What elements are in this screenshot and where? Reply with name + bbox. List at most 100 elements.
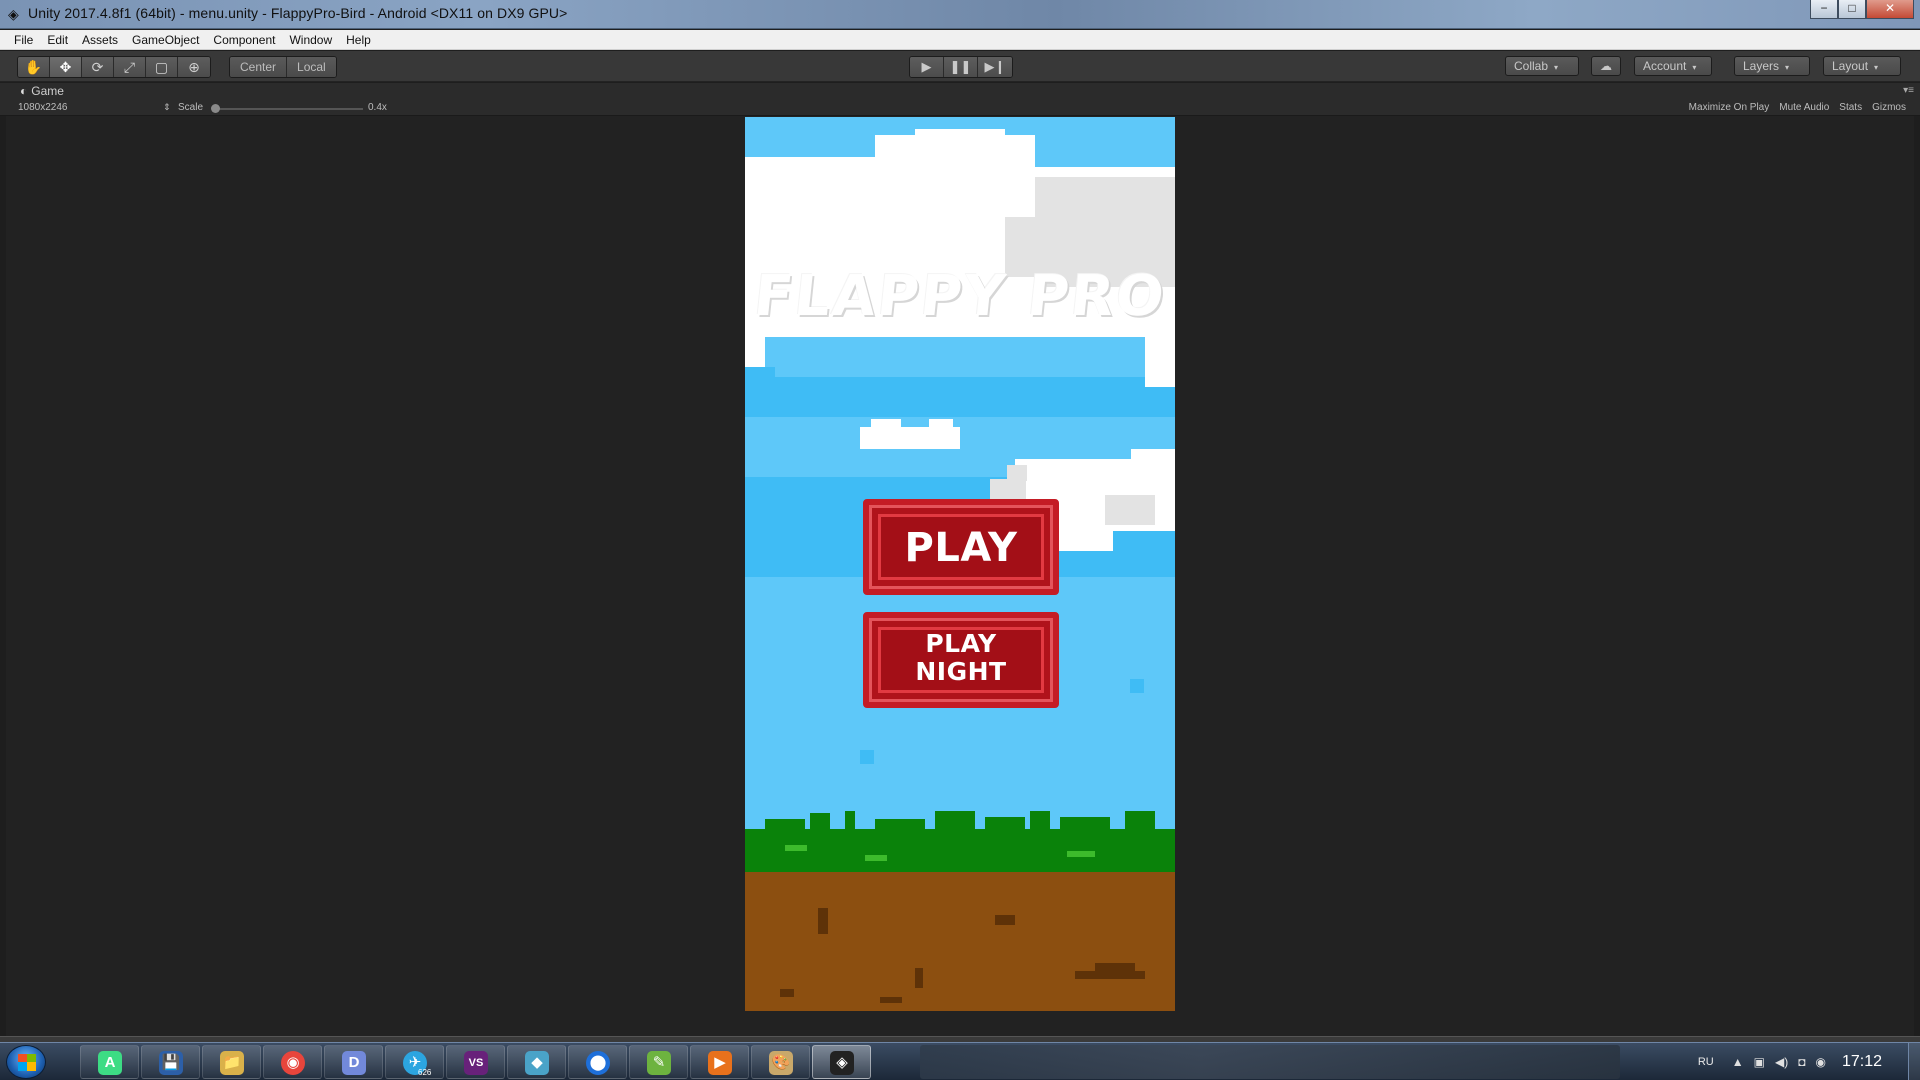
mute-audio-toggle[interactable]: Mute Audio (1779, 102, 1829, 113)
menu-component[interactable]: Component (206, 30, 282, 49)
chevron-down-icon[interactable]: ⇕ (163, 102, 171, 113)
rect-tool-icon[interactable]: ▢ (146, 57, 178, 77)
discord-tray-icon[interactable]: ◘ (1798, 1055, 1805, 1069)
pause-button-icon[interactable]: ❚❚ (944, 57, 978, 77)
step-button-icon[interactable]: ▶❙ (978, 57, 1012, 77)
dirt-speck (995, 915, 1015, 925)
taskbar-telegram[interactable]: ✈ 626 (385, 1045, 444, 1079)
dirt-speck (818, 908, 828, 934)
menu-gameobject[interactable]: GameObject (125, 30, 206, 49)
taskbar-save[interactable]: 💾 (141, 1045, 200, 1079)
cloud-button[interactable]: ☁ (1591, 56, 1621, 76)
palette-icon: 🎨 (769, 1051, 793, 1075)
volume-icon[interactable]: ◀) (1775, 1055, 1788, 1069)
telegram-unread-count: 626 (418, 1068, 432, 1077)
clock[interactable]: 17:12 (1842, 1053, 1882, 1071)
map-pin-icon: ⬤ (586, 1051, 610, 1075)
taskbar-window-preview[interactable] (920, 1045, 1620, 1079)
cloud-sync-icon[interactable]: ◉ (1815, 1055, 1825, 1069)
window-controls: − □ ✕ (1810, 0, 1914, 19)
resolution-dropdown[interactable]: 1080x2246 (18, 102, 68, 113)
taskbar-unity[interactable]: ◈ (812, 1045, 871, 1079)
tray-expand-icon[interactable]: ▲ (1732, 1055, 1744, 1069)
game-tab-label: Game (31, 84, 64, 98)
pivot-center-toggle[interactable]: Center (230, 57, 288, 77)
grass-tuft (1125, 811, 1155, 829)
language-indicator[interactable]: RU (1698, 1056, 1714, 1068)
small-cloud (860, 427, 960, 449)
taskbar-maps[interactable]: ⬤ (568, 1045, 627, 1079)
minimize-button[interactable]: − (1810, 0, 1838, 19)
chevron-down-icon: ▾ (1874, 63, 1879, 72)
menu-assets[interactable]: Assets (75, 30, 125, 49)
pivot-local-toggle[interactable]: Local (287, 57, 336, 77)
grass-tuft (1060, 817, 1110, 829)
taskbar-eraser[interactable]: ◆ (507, 1045, 566, 1079)
close-button[interactable]: ✕ (1866, 0, 1914, 19)
cloud-icon: ☁ (1600, 59, 1612, 73)
taskbar-file-explorer[interactable]: 📁 (202, 1045, 261, 1079)
play-button[interactable]: PLAY (863, 499, 1059, 595)
grass-tuft (935, 811, 975, 829)
sky-band (745, 377, 1175, 417)
taskbar-visual-studio[interactable]: VS (446, 1045, 505, 1079)
maximize-on-play-toggle[interactable]: Maximize On Play (1689, 102, 1770, 113)
show-desktop-button[interactable] (1908, 1043, 1920, 1080)
scale-slider-handle[interactable] (211, 104, 220, 113)
grass-highlight (865, 855, 887, 861)
transform-tool-icon[interactable]: ⊕ (178, 57, 210, 77)
start-button[interactable] (6, 1045, 46, 1079)
main-toolbar: ✋ ✥ ⟳ ⤢ ▢ ⊕ Center Local ▶ ❚❚ ▶❙ Collab ▾… (0, 51, 1920, 82)
play-button-label: PLAY (904, 525, 1018, 571)
collab-dropdown[interactable]: Collab ▾ (1505, 56, 1579, 76)
maximize-button[interactable]: □ (1838, 0, 1866, 19)
menu-window[interactable]: Window (282, 30, 339, 49)
layout-dropdown[interactable]: Layout ▾ (1823, 56, 1901, 76)
layers-dropdown[interactable]: Layers ▾ (1734, 56, 1810, 76)
network-icon[interactable]: ▣ (1754, 1055, 1765, 1069)
game-controller-icon: ◐ (20, 84, 28, 98)
grass-tuft (765, 819, 805, 831)
play-night-button[interactable]: PLAY NIGHT (863, 612, 1059, 708)
play-button-icon[interactable]: ▶ (910, 57, 944, 77)
taskbar-chrome[interactable]: ◉ (263, 1045, 322, 1079)
grass-tuft (1030, 811, 1050, 829)
tab-game[interactable]: ◐ Game (12, 83, 72, 100)
taskbar-media-player[interactable]: ▶ (690, 1045, 749, 1079)
right-cloud-shadow (1105, 495, 1155, 525)
rotate-tool-icon[interactable]: ⟳ (82, 57, 114, 77)
window-title-bar[interactable]: ◈ Unity 2017.4.8f1 (64bit) - menu.unity … (0, 0, 1920, 29)
scale-slider-track[interactable] (213, 108, 363, 110)
windows-logo-icon (18, 1054, 36, 1071)
cloud (915, 129, 1005, 149)
taskbar-android-studio[interactable]: A (80, 1045, 139, 1079)
grass-tuft (810, 813, 830, 829)
stats-toggle[interactable]: Stats (1839, 102, 1862, 113)
account-dropdown[interactable]: Account ▾ (1634, 56, 1712, 76)
menu-edit[interactable]: Edit (40, 30, 75, 49)
menu-help[interactable]: Help (339, 30, 378, 49)
android-studio-icon: A (98, 1051, 122, 1075)
cloud (745, 335, 765, 367)
taskbar-script-editor[interactable]: ✎ (629, 1045, 688, 1079)
dirt-ground (745, 872, 1175, 1011)
collab-label: Collab (1514, 59, 1549, 73)
game-view-toolbar: 1080x2246 ⇕ Scale 0.4x Maximize On Play … (0, 100, 1920, 116)
account-label: Account (1643, 59, 1687, 73)
menu-file[interactable]: File (7, 30, 40, 49)
floppy-disk-icon: 💾 (159, 1051, 183, 1075)
taskbar-apps: A 💾 📁 ◉ D ✈ 626 VS ◆ ⬤ ✎ ▶ 🎨 ◈ (80, 1045, 871, 1079)
hand-tool-icon[interactable]: ✋ (18, 57, 50, 77)
scale-tool-icon[interactable]: ⤢ (114, 57, 146, 77)
menu-bar: File Edit Assets GameObject Component Wi… (0, 30, 1920, 50)
game-canvas[interactable]: FLAPPY PRO PLAY PLAY NIGHT (745, 117, 1175, 1011)
play-night-button-label: PLAY NIGHT (915, 629, 1007, 686)
move-tool-icon[interactable]: ✥ (50, 57, 82, 77)
taskbar-paint[interactable]: 🎨 (751, 1045, 810, 1079)
grass-tuft (985, 817, 1025, 829)
taskbar-discord[interactable]: D (324, 1045, 383, 1079)
gizmos-dropdown[interactable]: Gizmos (1872, 102, 1906, 113)
chrome-icon: ◉ (281, 1051, 305, 1075)
panel-menu-icon[interactable]: ▾≡ (1903, 85, 1914, 96)
layers-label: Layers (1743, 59, 1780, 73)
